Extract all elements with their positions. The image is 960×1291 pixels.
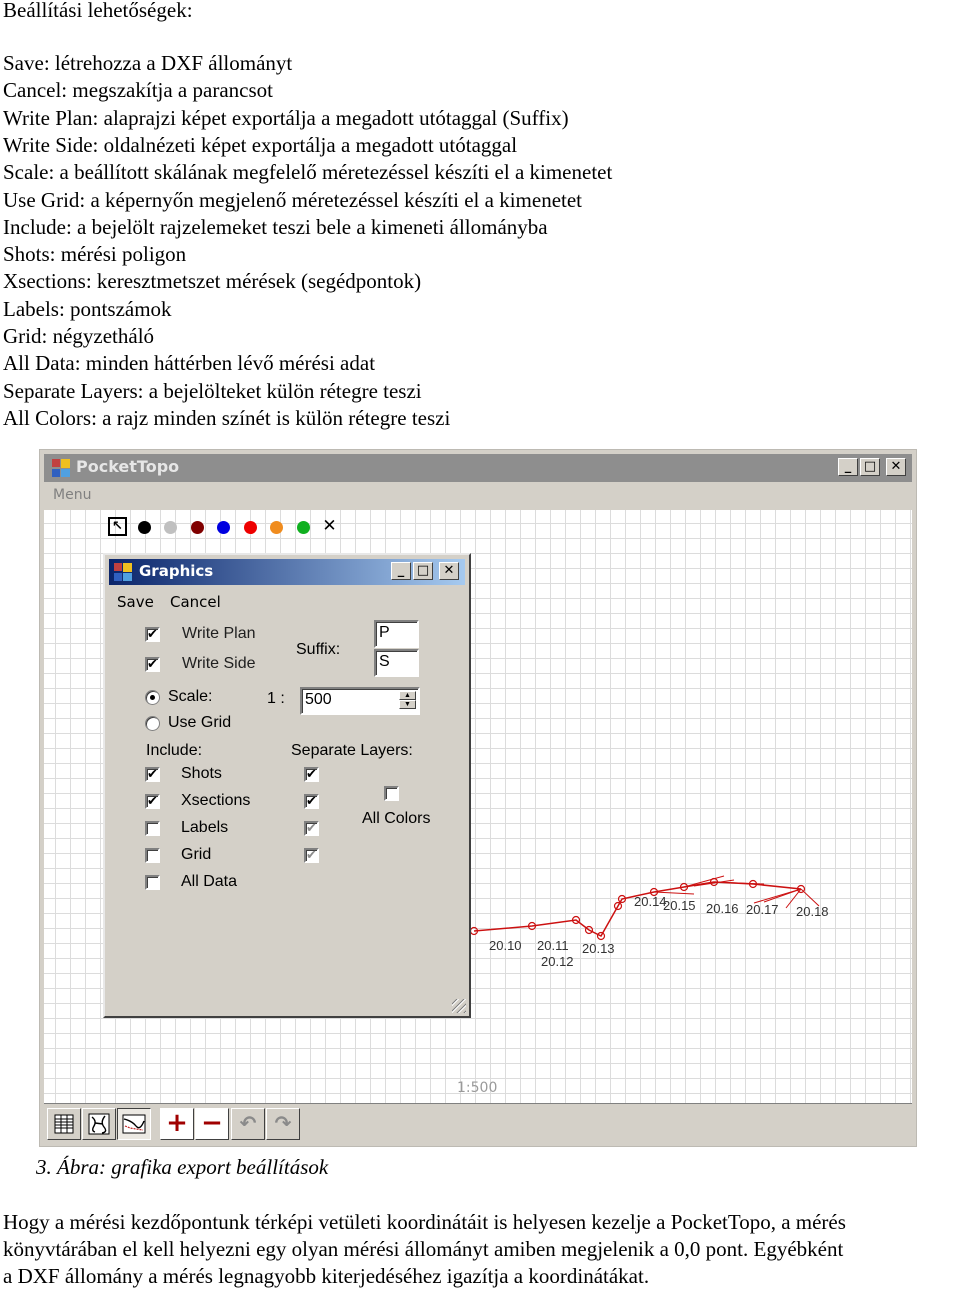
station-label: 20.18 bbox=[796, 904, 829, 919]
option-line: Use Grid: a képernyőn megjelenő méretezé… bbox=[3, 187, 583, 212]
data-view-button[interactable] bbox=[47, 1108, 81, 1140]
redo-button[interactable]: ↷ bbox=[266, 1108, 300, 1140]
spin-down-icon[interactable]: ▼ bbox=[399, 700, 416, 709]
dialog-app-icon bbox=[114, 563, 132, 581]
dialog-minimize-button[interactable]: _ bbox=[391, 562, 411, 580]
station-label: 20.10 bbox=[489, 938, 522, 953]
separate-layers-label: Separate Layers: bbox=[291, 742, 413, 759]
paragraph-line: könyvtárában el kell helyezni egy olyan … bbox=[3, 1237, 844, 1261]
write-plan-label: Write Plan bbox=[182, 625, 256, 642]
spin-up-icon[interactable]: ▲ bbox=[399, 691, 416, 700]
include-label-item: Shots bbox=[181, 765, 222, 782]
paragraph-line: a DXF állomány a mérés legnagyobb kiterj… bbox=[3, 1264, 650, 1288]
minimize-button[interactable]: _ bbox=[838, 458, 858, 476]
dialog-close-button[interactable]: ✕ bbox=[439, 562, 459, 580]
station-label: 20.14 bbox=[634, 894, 667, 909]
plan-map-icon bbox=[88, 1113, 110, 1135]
separate-layer-grid-checkbox: ✔ bbox=[304, 848, 319, 863]
window-title: PocketTopo bbox=[76, 457, 180, 476]
use-grid-radio[interactable] bbox=[145, 716, 160, 731]
option-line: All Data: minden háttérben lévő mérési a… bbox=[3, 351, 376, 376]
station-label: 20.15 bbox=[663, 898, 696, 913]
scale-radio[interactable] bbox=[145, 690, 160, 705]
station-label: 20.11 bbox=[537, 938, 569, 953]
cancel-menu-item[interactable]: Cancel bbox=[170, 593, 221, 611]
figure-caption: 3. Ábra: grafika export beállítások bbox=[36, 1155, 329, 1179]
option-line: Grid: négyzetháló bbox=[3, 324, 155, 348]
menu-item[interactable]: Menu bbox=[53, 487, 91, 503]
option-line: Save: létrehozza a DXF állományt bbox=[3, 51, 293, 75]
option-line: Scale: a beállított skálának megfelelő m… bbox=[3, 160, 613, 185]
close-button[interactable]: ✕ bbox=[886, 458, 906, 476]
use-grid-radio-label: Use Grid bbox=[168, 714, 232, 731]
all-colors-label: All Colors bbox=[362, 810, 431, 827]
all-colors-checkbox[interactable] bbox=[384, 786, 399, 801]
station-label: 20.13 bbox=[582, 941, 615, 956]
window-menubar: Menu bbox=[44, 482, 912, 510]
doc-heading: Beállítási lehetőségek: bbox=[3, 0, 193, 22]
option-line: Separate Layers: a bejelölteket külön ré… bbox=[3, 378, 422, 403]
scale-value: 500 bbox=[305, 691, 332, 708]
zoom-in-button[interactable]: + bbox=[160, 1108, 194, 1140]
include-grid-checkbox[interactable] bbox=[145, 848, 160, 863]
window-titlebar: PocketTopo _ □ ✕ bbox=[44, 454, 912, 482]
option-line: Cancel: megszakítja a parancsot bbox=[3, 78, 273, 103]
bottom-toolbar: + − ↶ ↷ bbox=[44, 1103, 912, 1144]
include-all-data-checkbox[interactable] bbox=[145, 875, 160, 890]
resize-grip-icon[interactable] bbox=[452, 999, 466, 1013]
suffix-label: Suffix: bbox=[296, 641, 341, 658]
graphics-dialog: Graphics _ □ ✕ Save Cancel ✔ Write Plan … bbox=[103, 553, 471, 1018]
app-icon bbox=[52, 459, 70, 477]
undo-button[interactable]: ↶ bbox=[231, 1108, 265, 1140]
station-label: 20.16 bbox=[706, 901, 739, 916]
option-line: Labels: pontszámok bbox=[3, 296, 172, 321]
include-labels-checkbox[interactable] bbox=[145, 821, 160, 836]
scale-radio-label: Scale: bbox=[168, 688, 213, 705]
dialog-titlebar: Graphics _ □ ✕ bbox=[109, 559, 465, 585]
include-label: Include: bbox=[146, 742, 203, 759]
write-side-checkbox[interactable]: ✔ bbox=[145, 657, 160, 672]
write-plan-checkbox[interactable]: ✔ bbox=[145, 627, 160, 642]
option-line: Write Side: oldalnézeti képet exportálja… bbox=[3, 132, 518, 157]
scale-label: 1:500 bbox=[457, 1080, 498, 1096]
dialog-title: Graphics bbox=[139, 562, 214, 580]
option-line: Include: a bejelölt rajzelemeket teszi b… bbox=[3, 214, 548, 239]
include-label-item: Xsections bbox=[181, 792, 251, 809]
zoom-out-button[interactable]: − bbox=[195, 1108, 229, 1140]
include-xsections-checkbox[interactable]: ✔ bbox=[145, 794, 160, 809]
scale-spinner[interactable]: ▲ ▼ bbox=[399, 691, 416, 711]
suffix-plan-input[interactable]: P bbox=[374, 620, 419, 648]
include-label-item: Labels bbox=[181, 819, 229, 836]
save-menu-item[interactable]: Save bbox=[117, 593, 154, 611]
separate-layer-xsections-checkbox[interactable]: ✔ bbox=[304, 794, 319, 809]
scale-prefix: 1 : bbox=[267, 690, 285, 707]
side-view-button[interactable] bbox=[117, 1108, 151, 1140]
scale-input[interactable]: 500 ▲ ▼ bbox=[300, 687, 420, 715]
suffix-side-input[interactable]: S bbox=[374, 649, 419, 677]
write-side-label: Write Side bbox=[182, 655, 256, 672]
separate-layer-labels-checkbox: ✔ bbox=[304, 821, 319, 836]
include-label-item: Grid bbox=[181, 846, 212, 863]
include-shots-checkbox[interactable]: ✔ bbox=[145, 767, 160, 782]
option-line: Shots: mérési poligon bbox=[3, 242, 187, 267]
separate-layer-shots-checkbox[interactable]: ✔ bbox=[304, 767, 319, 782]
side-profile-icon bbox=[122, 1114, 146, 1134]
dialog-maximize-button[interactable]: □ bbox=[413, 562, 433, 580]
station-label: 20.12 bbox=[541, 954, 574, 969]
option-line: Write Plan: alaprajzi képet exportálja a… bbox=[3, 105, 569, 130]
option-line: All Colors: a rajz minden színét is külö… bbox=[3, 405, 451, 430]
paragraph-line: Hogy a mérési kezdőpontunk térképi vetül… bbox=[3, 1210, 846, 1234]
plan-view-button[interactable] bbox=[82, 1108, 116, 1140]
option-line: Xsections: keresztmetszet mérések (segéd… bbox=[3, 269, 422, 294]
maximize-button[interactable]: □ bbox=[860, 458, 880, 476]
station-label: 20.17 bbox=[746, 902, 779, 917]
include-label-item: All Data bbox=[181, 873, 238, 890]
